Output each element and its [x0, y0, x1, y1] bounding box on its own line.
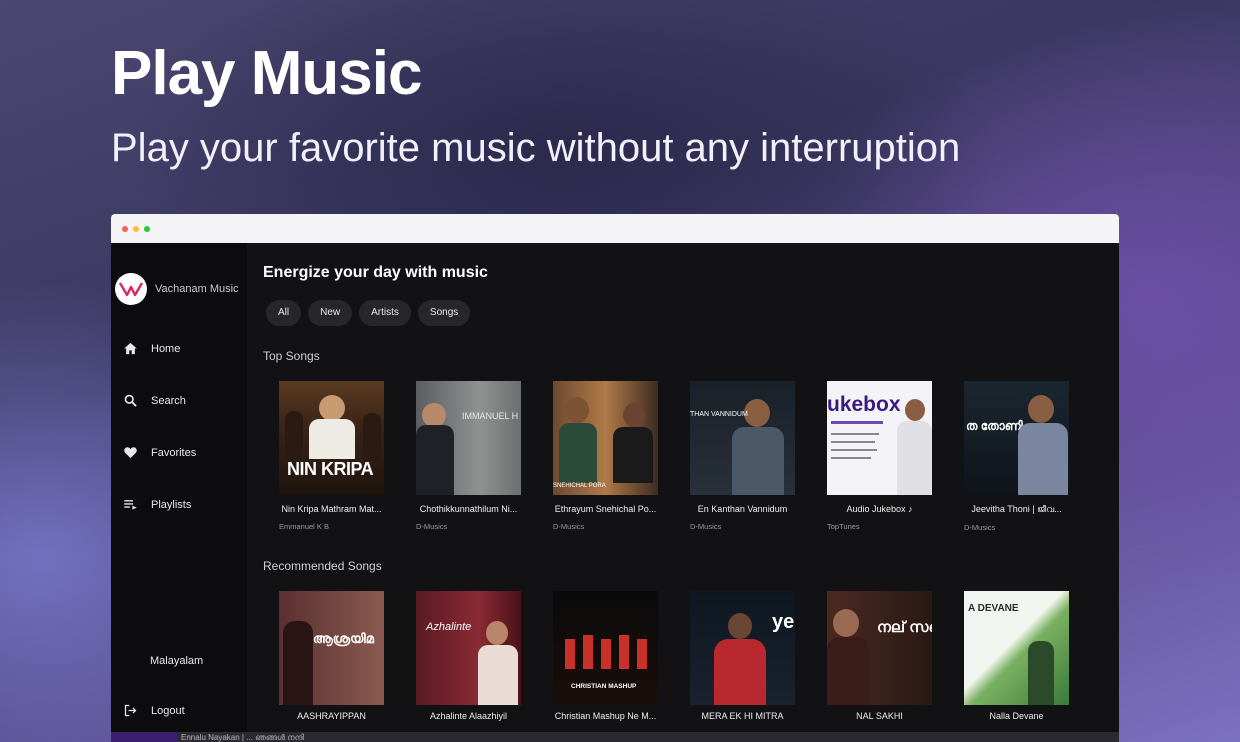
sidebar-item-favorites[interactable]: Favorites — [123, 445, 196, 460]
hero-subtitle: Play your favorite music without any int… — [111, 126, 961, 170]
song-card[interactable]: Azhalinte Azhalinte Alaazhiyil — [416, 591, 521, 721]
thumb-text: IMMANUEL H — [462, 411, 519, 421]
home-icon — [124, 342, 137, 355]
minimize-window-dot[interactable] — [133, 225, 139, 232]
recommended-songs-row: ആശ്രയിമ AASHRAYIPPAN Azhalinte Azhalinte… — [279, 591, 1069, 721]
song-artist: Emmanuel K B — [279, 522, 330, 531]
song-title: Audio Jukebox ♪ — [846, 504, 913, 514]
song-card[interactable]: A DEVANE Nalla Devane — [964, 591, 1069, 721]
song-title: Chothikkunnathilum Ni... — [419, 504, 518, 514]
top-songs-title: Top Songs — [263, 349, 320, 363]
vachanam-logo-icon — [115, 273, 147, 305]
song-title: Ethrayum Snehichal Po... — [554, 504, 657, 514]
song-thumbnail: THAN VANNIDUM — [690, 381, 795, 495]
sidebar-item-label: Home — [151, 342, 181, 355]
song-title: Christian Mashup Ne M... — [554, 711, 657, 721]
thumb-text: NIN KRIPA — [287, 459, 374, 479]
chip-artists[interactable]: Artists — [359, 300, 411, 326]
song-card[interactable]: ത തോണി Jeevitha Thoni | ജീവ... D-Musics — [964, 381, 1069, 532]
brand-name: Vachanam Music — [155, 283, 239, 295]
song-artist: D-Musics — [690, 522, 722, 531]
song-card[interactable]: ആശ്രയിമ AASHRAYIPPAN — [279, 591, 384, 721]
thumb-text: CHRISTIAN MASHUP — [571, 683, 637, 690]
brand[interactable]: Vachanam Music — [115, 273, 239, 305]
song-thumbnail: Azhalinte — [416, 591, 521, 705]
page-title: Energize your day with music — [263, 264, 488, 281]
song-card[interactable]: NIN KRIPA Nin Kripa Mathram Mat... Emman… — [279, 381, 384, 532]
thumb-text: ആശ്രയിമ — [313, 631, 374, 646]
song-card[interactable]: THAN VANNIDUM En Kanthan Vannidum D-Musi… — [690, 381, 795, 532]
thumb-text: Azhalinte — [426, 621, 472, 633]
song-artist: D-Musics — [964, 523, 996, 532]
song-card[interactable]: yes MERA EK HI MITRA — [690, 591, 795, 721]
song-card[interactable]: ukebox Audio Jukebox ♪ TopTunes — [827, 381, 932, 532]
logout-icon — [124, 704, 137, 717]
sidebar-item-search[interactable]: Search — [123, 393, 186, 408]
song-artist: D-Musics — [416, 522, 448, 531]
thumb-text: നല് സഖി — [877, 619, 932, 636]
song-title: Jeevitha Thoni | ജീവ... — [971, 504, 1062, 514]
now-playing-text: Ennalu Nayakan | ... ഞങ്ങൾ നന്ദി — [181, 733, 305, 742]
song-card[interactable]: IMMANUEL H Chothikkunnathilum Ni... D-Mu… — [416, 381, 521, 532]
song-title: MERA EK HI MITRA — [701, 711, 784, 721]
filter-chips: All New Artists Songs — [266, 300, 471, 326]
language-selector[interactable]: Malayalam — [150, 655, 203, 667]
thumb-text: ത തോണി — [966, 419, 1023, 433]
song-title: NAL SAKHI — [856, 711, 903, 721]
logout-button[interactable]: Logout — [123, 703, 185, 718]
close-window-dot[interactable] — [122, 225, 128, 232]
song-card[interactable]: നല് സഖി NAL SAKHI — [827, 591, 932, 721]
song-thumbnail: SNEHICHAL PORA — [553, 381, 658, 495]
playlist-icon — [124, 500, 137, 510]
chip-songs[interactable]: Songs — [417, 300, 471, 326]
heart-icon — [124, 447, 137, 459]
app-window: Vachanam Music Home Search Favorites Pla… — [111, 214, 1119, 742]
song-title: Nalla Devane — [989, 711, 1044, 721]
hero-title: Play Music — [111, 39, 422, 108]
song-thumbnail: ukebox — [827, 381, 932, 495]
sidebar-item-playlists[interactable]: Playlists — [123, 497, 191, 512]
search-icon — [124, 394, 137, 407]
chip-all[interactable]: All — [266, 300, 302, 326]
player-progress — [111, 732, 177, 742]
song-thumbnail: CHRISTIAN MASHUP — [553, 591, 658, 705]
song-artist: TopTunes — [827, 522, 860, 531]
thumb-text: THAN VANNIDUM — [690, 411, 748, 418]
song-thumbnail: A DEVANE — [964, 591, 1069, 705]
song-thumbnail: IMMANUEL H — [416, 381, 521, 495]
song-artist: D-Musics — [553, 522, 585, 531]
window-titlebar — [111, 214, 1119, 243]
song-card[interactable]: SNEHICHAL PORA Ethrayum Snehichal Po... … — [553, 381, 658, 532]
song-thumbnail: നല് സഖി — [827, 591, 932, 705]
song-thumbnail: ആശ്രയിമ — [279, 591, 384, 705]
song-thumbnail: ത തോണി — [964, 381, 1069, 495]
logout-label: Logout — [151, 704, 185, 717]
main-content: Energize your day with music All New Art… — [247, 243, 1119, 742]
thumb-text: A DEVANE — [968, 603, 1019, 614]
song-thumbnail: NIN KRIPA — [279, 381, 384, 495]
song-thumbnail: yes — [690, 591, 795, 705]
recommended-songs-title: Recommended Songs — [263, 559, 382, 573]
song-title: Azhalinte Alaazhiyil — [429, 711, 508, 721]
top-songs-row: NIN KRIPA Nin Kripa Mathram Mat... Emman… — [279, 381, 1069, 532]
chip-new[interactable]: New — [308, 300, 353, 326]
song-card[interactable]: CHRISTIAN MASHUP Christian Mashup Ne M..… — [553, 591, 658, 721]
thumb-text: ukebox — [827, 393, 901, 416]
song-title: AASHRAYIPPAN — [297, 711, 366, 721]
song-title: Nin Kripa Mathram Mat... — [281, 504, 382, 514]
player-bar[interactable]: Ennalu Nayakan | ... ഞങ്ങൾ നന്ദി — [111, 732, 1119, 742]
sidebar-item-label: Playlists — [151, 498, 192, 511]
sidebar-item-home[interactable]: Home — [123, 341, 180, 356]
maximize-window-dot[interactable] — [144, 225, 150, 232]
sidebar: Vachanam Music Home Search Favorites Pla… — [111, 243, 247, 742]
sidebar-item-label: Search — [151, 394, 186, 407]
thumb-text: yes — [772, 611, 795, 633]
song-title: En Kanthan Vannidum — [697, 504, 788, 514]
thumb-text: SNEHICHAL PORA — [553, 483, 606, 489]
sidebar-item-label: Favorites — [151, 446, 197, 459]
